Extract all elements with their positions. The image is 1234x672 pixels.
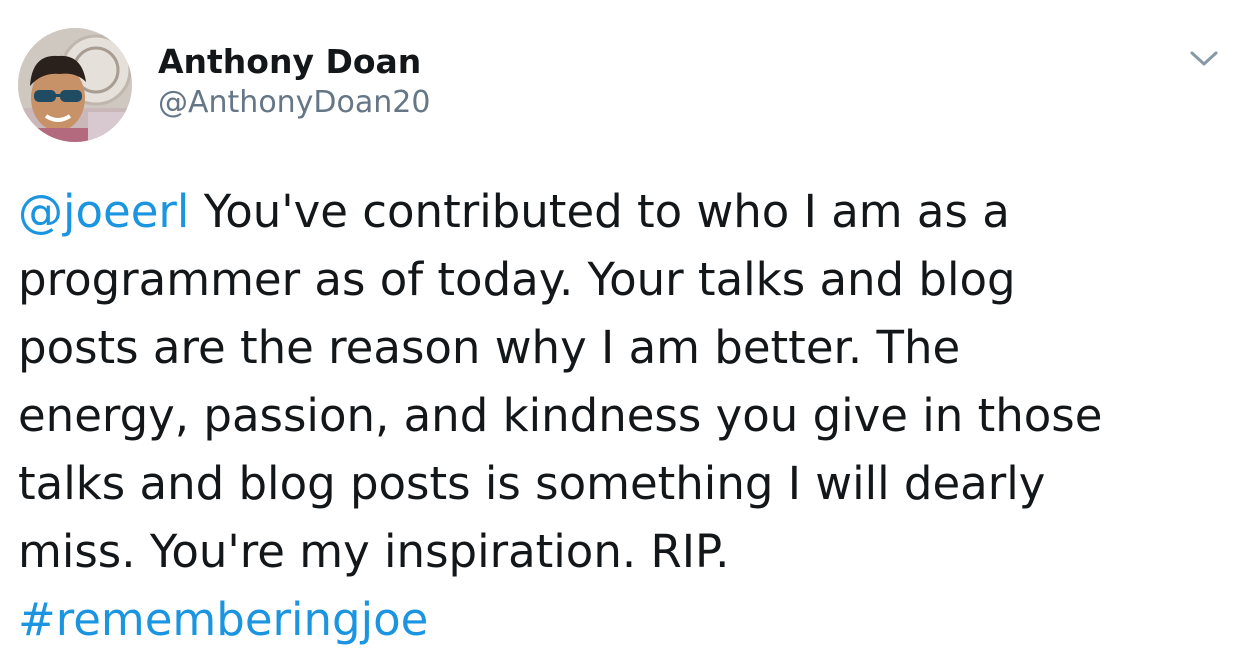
- tweet-text-line: talks and blog posts is something I will…: [18, 457, 1046, 510]
- avatar[interactable]: [18, 28, 132, 142]
- tweet-text-line: posts are the reason why I am better. Th…: [18, 321, 961, 374]
- tweet-text-line: programmer as of today. Your talks and b…: [18, 253, 1016, 306]
- tweet-text-line: miss. You're my inspiration. RIP.: [18, 525, 730, 578]
- tweet-text-line: energy, passion, and kindness you give i…: [18, 389, 1103, 442]
- hashtag-link[interactable]: #rememberingjoe: [18, 593, 428, 646]
- chevron-down-icon[interactable]: [1184, 44, 1224, 72]
- author-name[interactable]: Anthony Doan: [158, 42, 430, 82]
- tweet-text-line: #rememberingjoe: [18, 586, 1218, 654]
- tweet: Anthony Doan @AnthonyDoan20 @joeerl You'…: [0, 0, 1234, 672]
- author-handle[interactable]: @AnthonyDoan20: [158, 84, 430, 122]
- mention-link[interactable]: @joeerl: [18, 185, 189, 238]
- tweet-text-line: @joeerl You've contributed to who I am a…: [18, 178, 1218, 246]
- tweet-text: @joeerl You've contributed to who I am a…: [18, 178, 1218, 654]
- author-block[interactable]: Anthony Doan @AnthonyDoan20: [158, 42, 430, 122]
- avatar-photo: [18, 28, 132, 142]
- tweet-text-segment: You've contributed to who I am as a: [189, 185, 1010, 238]
